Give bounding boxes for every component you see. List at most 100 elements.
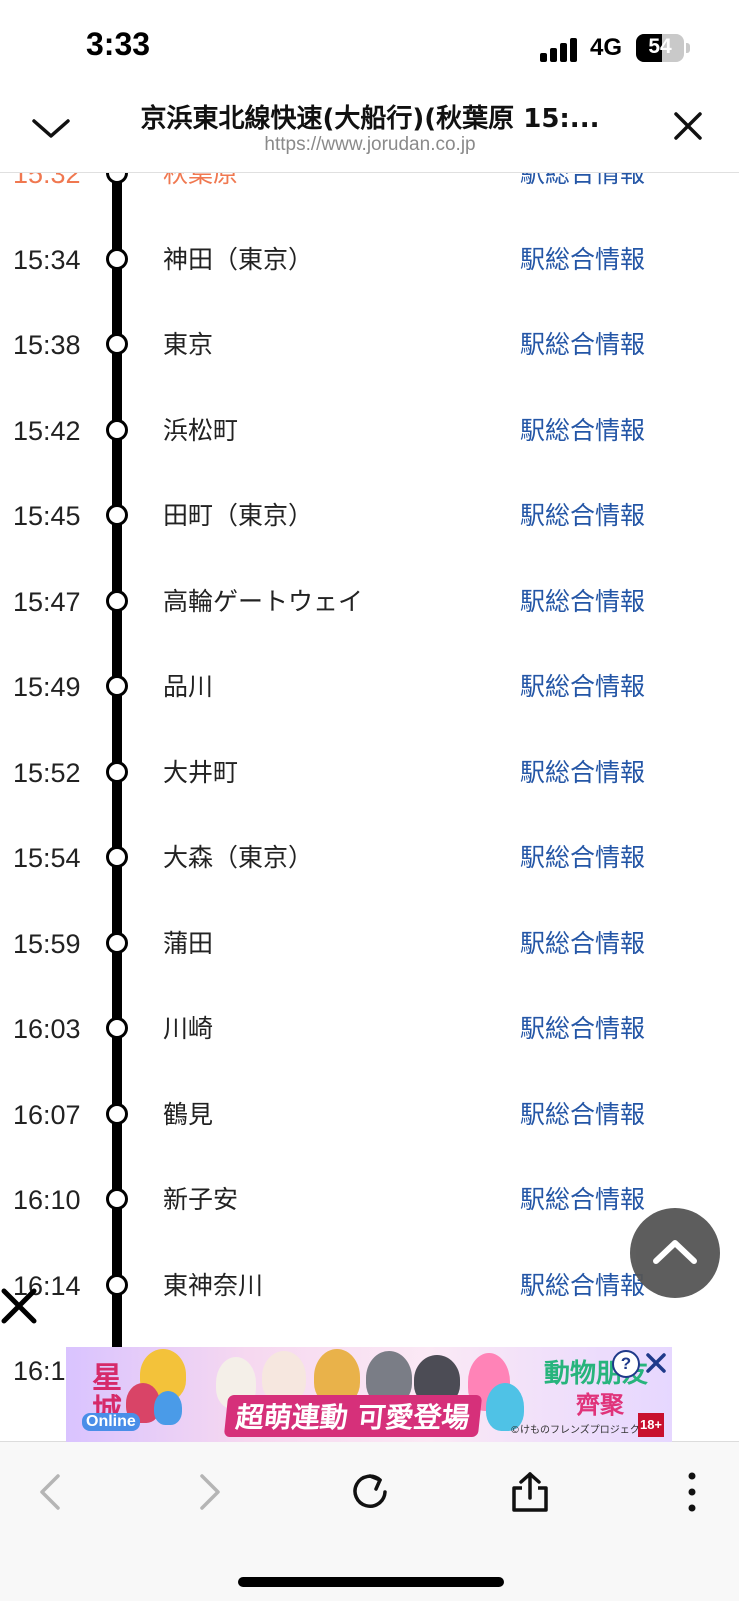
close-icon[interactable] (668, 106, 708, 146)
battery-icon: 54 (636, 34, 684, 62)
battery-level: 54 (648, 35, 672, 58)
page-url: https://www.jorudan.co.jp (264, 134, 476, 155)
station-info-link[interactable]: 駅総合情報 (520, 497, 645, 535)
ad-close-icon[interactable] (642, 1349, 670, 1377)
stop-marker (106, 173, 128, 184)
stop-name: 大井町 (163, 757, 239, 787)
ad-brand-sub: 齊聚 (576, 1391, 624, 1419)
stop-name: 秋葉原 (163, 173, 239, 188)
chevron-down-icon[interactable] (28, 108, 74, 148)
reload-icon[interactable] (348, 1470, 392, 1514)
stop-marker (106, 333, 128, 355)
station-info-link[interactable]: 駅総合情報 (520, 412, 645, 450)
stop-marker (106, 1188, 128, 1210)
stop-time: 15:49 (13, 672, 81, 702)
stop-time: 15:32 (13, 173, 81, 189)
back-icon[interactable] (30, 1470, 74, 1514)
station-info-link[interactable]: 駅総合情報 (520, 326, 645, 364)
stop-row: 15:32 秋葉原 駅総合情報 (0, 173, 739, 239)
stop-name: 大森（東京） (163, 843, 314, 872)
ad-banner[interactable]: 星城 Online 超萌連動 可愛登場 動物朋友 齊聚 ©けものフレンズプロジェ… (66, 1347, 672, 1442)
station-info-link[interactable]: 駅総合情報 (520, 1010, 645, 1048)
station-info-link[interactable]: 駅総合情報 (520, 754, 645, 792)
stop-time: 15:38 (13, 330, 81, 360)
share-icon[interactable] (508, 1470, 552, 1514)
station-info-link[interactable]: 駅総合情報 (520, 1267, 645, 1305)
stop-marker (106, 1017, 128, 1039)
stop-time: 15:59 (13, 928, 81, 959)
stop-time: 15:47 (13, 586, 81, 617)
station-info-link[interactable]: 駅総合情報 (520, 668, 645, 706)
stop-marker (106, 675, 128, 697)
stop-marker (106, 1273, 128, 1296)
stop-row: 15:54 大森（東京） 駅総合情報 (0, 839, 739, 923)
station-info-link[interactable]: 駅総合情報 (520, 241, 645, 279)
stop-time: 15:54 (13, 843, 81, 873)
more-icon[interactable] (670, 1470, 714, 1514)
stop-row: 15:49 品川 駅総合情報 (0, 668, 739, 752)
stop-marker (106, 760, 128, 783)
chevron-up-icon (653, 1240, 697, 1264)
stop-marker (106, 1102, 128, 1125)
station-info-link[interactable]: 駅総合情報 (520, 1096, 645, 1134)
status-bar: 3:33 4G 54 (0, 0, 739, 90)
stop-name: 川崎 (163, 1014, 214, 1043)
sheet-header: 京浜東北線快速(大船行)(秋葉原 15:... https://www.joru… (0, 90, 739, 173)
stop-name: 蒲田 (163, 928, 214, 958)
station-info-link[interactable]: 駅総合情報 (520, 839, 645, 877)
ad-logo: 星城 Online (76, 1357, 146, 1432)
stop-row: 15:45 田町（東京） 駅総合情報 (0, 497, 739, 581)
network-type: 4G (590, 34, 623, 61)
status-time: 3:33 (86, 26, 151, 62)
stop-row: 16:03 川崎 駅総合情報 (0, 1010, 739, 1094)
stop-name: 品川 (163, 672, 214, 701)
stop-row: 15:34 神田（東京） 駅総合情報 (0, 241, 739, 325)
forward-icon[interactable] (186, 1470, 230, 1514)
page-title: 京浜東北線快速(大船行)(秋葉原 15:... (140, 104, 600, 134)
ad-logo-subtext: Online (82, 1413, 140, 1431)
station-info-link[interactable]: 駅総合情報 (520, 1181, 645, 1219)
ad-rating-badge: 18+ (638, 1413, 664, 1437)
stop-time: 15:42 (13, 415, 81, 446)
stop-time: 16:10 (13, 1185, 81, 1215)
ad-info-icon[interactable]: ? (612, 1350, 640, 1378)
ad-dismiss-icon[interactable] (0, 1287, 38, 1325)
stop-marker (106, 247, 128, 270)
timetable-content[interactable]: 15:32 秋葉原 駅総合情報 15:34 神田（東京） 駅総合情報 15:38 東京 駅総合情… (0, 173, 739, 1440)
stop-name: 新子安 (163, 1185, 239, 1214)
stop-name: 高輪ゲートウェイ (163, 586, 364, 616)
ad-tagline: 超萌連動 可愛登場 (223, 1395, 482, 1437)
stop-marker (106, 418, 128, 441)
station-info-link[interactable]: 駅総合情報 (520, 173, 645, 193)
ad-copyright: ©けものフレンズプロジェクト (510, 1425, 650, 1436)
stop-row: 16:07 鶴見 駅総合情報 (0, 1096, 739, 1180)
stop-name: 東神奈川 (163, 1270, 264, 1300)
signal-icon (540, 36, 580, 62)
stop-row: 15:59 蒲田 駅総合情報 (0, 925, 739, 1009)
stop-time: 15:45 (13, 501, 81, 531)
stop-time: 16:1 (13, 1356, 66, 1386)
stop-name: 神田（東京） (163, 244, 314, 274)
stop-marker (106, 931, 128, 954)
station-info-link[interactable]: 駅総合情報 (520, 925, 645, 963)
stop-marker (106, 504, 128, 526)
stop-marker (106, 589, 128, 612)
battery-nub (686, 43, 690, 53)
stop-row: 16:10 新子安 駅総合情報 (0, 1181, 739, 1265)
home-indicator (238, 1577, 504, 1587)
stop-row: 16:14 東神奈川 駅総合情報 (0, 1267, 739, 1351)
stop-name: 浜松町 (163, 415, 239, 445)
stop-time: 16:07 (13, 1099, 81, 1130)
scroll-to-top-button[interactable] (630, 1208, 720, 1298)
station-info-link[interactable]: 駅総合情報 (520, 583, 645, 621)
stop-name: 東京 (163, 330, 214, 359)
stop-row: 15:38 東京 駅総合情報 (0, 326, 739, 410)
stop-time: 15:52 (13, 757, 81, 788)
stop-name: 田町（東京） (163, 501, 314, 530)
stop-marker (106, 846, 128, 868)
stop-row: 15:52 大井町 駅総合情報 (0, 754, 739, 838)
stop-time: 16:03 (13, 1014, 81, 1044)
stop-name: 鶴見 (163, 1099, 214, 1129)
stop-time: 15:34 (13, 244, 81, 275)
stop-row: 15:42 浜松町 駅総合情報 (0, 412, 739, 496)
